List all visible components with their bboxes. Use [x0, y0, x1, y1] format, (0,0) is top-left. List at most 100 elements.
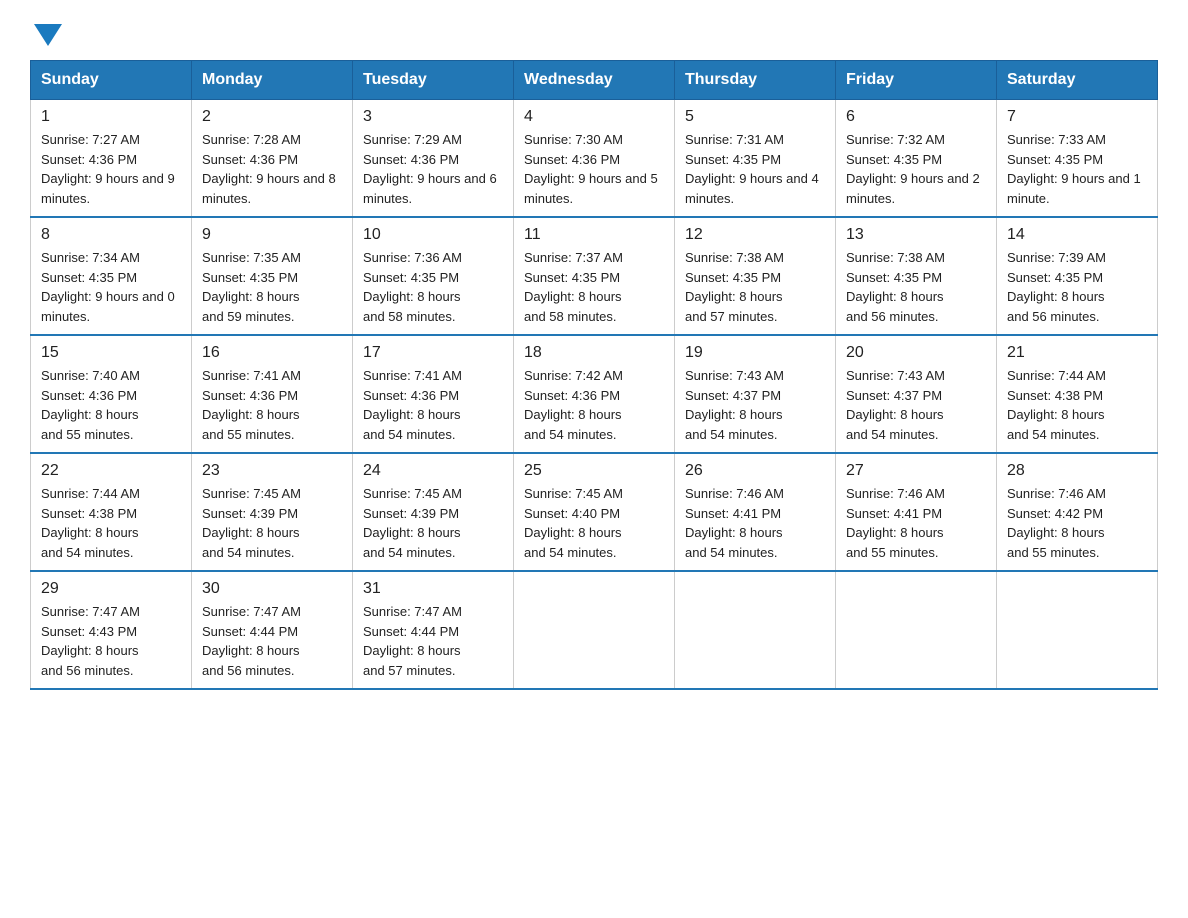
day-number: 24 — [363, 462, 503, 480]
logo-triangle-icon — [34, 24, 62, 46]
week-row-2: 8Sunrise: 7:34 AMSunset: 4:35 PMDaylight… — [31, 217, 1158, 335]
day-number: 2 — [202, 108, 342, 126]
calendar-cell: 21 Sunrise: 7:44 AMSunset: 4:38 PMDayligh… — [997, 335, 1158, 453]
week-row-4: 22 Sunrise: 7:44 AMSunset: 4:38 PMDayligh… — [31, 453, 1158, 571]
day-info: Sunrise: 7:47 AMSunset: 4:43 PMDaylight:… — [41, 602, 181, 680]
calendar-cell: 20 Sunrise: 7:43 AMSunset: 4:37 PMDayligh… — [836, 335, 997, 453]
day-info: Sunrise: 7:39 AMSunset: 4:35 PMDaylight:… — [1007, 248, 1147, 326]
calendar-cell: 8Sunrise: 7:34 AMSunset: 4:35 PMDaylight… — [31, 217, 192, 335]
calendar-cell: 19 Sunrise: 7:43 AMSunset: 4:37 PMDayligh… — [675, 335, 836, 453]
calendar-cell: 7Sunrise: 7:33 AMSunset: 4:35 PMDaylight… — [997, 100, 1158, 218]
calendar-cell: 5 Sunrise: 7:31 AMSunset: 4:35 PMDaylight… — [675, 100, 836, 218]
day-number: 4 — [524, 108, 664, 126]
calendar-cell: 31 Sunrise: 7:47 AMSunset: 4:44 PMDayligh… — [353, 571, 514, 689]
weekday-header-sunday: Sunday — [31, 61, 192, 100]
weekday-header-row: SundayMondayTuesdayWednesdayThursdayFrid… — [31, 61, 1158, 100]
calendar-cell: 24 Sunrise: 7:45 AMSunset: 4:39 PMDayligh… — [353, 453, 514, 571]
calendar-cell — [675, 571, 836, 689]
day-number: 23 — [202, 462, 342, 480]
logo — [30, 20, 62, 42]
day-number: 22 — [41, 462, 181, 480]
calendar-cell: 6Sunrise: 7:32 AMSunset: 4:35 PMDaylight… — [836, 100, 997, 218]
day-info: Sunrise: 7:41 AMSunset: 4:36 PMDaylight:… — [202, 366, 342, 444]
day-info: Sunrise: 7:38 AMSunset: 4:35 PMDaylight:… — [685, 248, 825, 326]
calendar-cell: 28 Sunrise: 7:46 AMSunset: 4:42 PMDayligh… — [997, 453, 1158, 571]
calendar-cell: 1 Sunrise: 7:27 AMSunset: 4:36 PMDaylight… — [31, 100, 192, 218]
weekday-header-monday: Monday — [192, 61, 353, 100]
day-number: 13 — [846, 226, 986, 244]
day-number: 17 — [363, 344, 503, 362]
day-info: Sunrise: 7:46 AMSunset: 4:41 PMDaylight:… — [846, 484, 986, 562]
day-info: Sunrise: 7:46 AMSunset: 4:41 PMDaylight:… — [685, 484, 825, 562]
weekday-header-tuesday: Tuesday — [353, 61, 514, 100]
day-info: Sunrise: 7:43 AMSunset: 4:37 PMDaylight:… — [846, 366, 986, 444]
day-number: 12 — [685, 226, 825, 244]
day-info: Sunrise: 7:40 AMSunset: 4:36 PMDaylight:… — [41, 366, 181, 444]
day-number: 5 — [685, 108, 825, 126]
day-info: Sunrise: 7:27 AMSunset: 4:36 PMDaylight:… — [41, 130, 181, 208]
calendar-cell — [997, 571, 1158, 689]
calendar-cell: 23 Sunrise: 7:45 AMSunset: 4:39 PMDayligh… — [192, 453, 353, 571]
weekday-header-friday: Friday — [836, 61, 997, 100]
day-info: Sunrise: 7:44 AMSunset: 4:38 PMDaylight:… — [41, 484, 181, 562]
calendar-cell: 14 Sunrise: 7:39 AMSunset: 4:35 PMDayligh… — [997, 217, 1158, 335]
day-info: Sunrise: 7:47 AMSunset: 4:44 PMDaylight:… — [202, 602, 342, 680]
day-info: Sunrise: 7:34 AMSunset: 4:35 PMDaylight:… — [41, 248, 181, 326]
day-number: 31 — [363, 580, 503, 598]
day-number: 28 — [1007, 462, 1147, 480]
calendar-cell: 17Sunrise: 7:41 AMSunset: 4:36 PMDayligh… — [353, 335, 514, 453]
calendar-cell: 29 Sunrise: 7:47 AMSunset: 4:43 PMDayligh… — [31, 571, 192, 689]
day-number: 15 — [41, 344, 181, 362]
page-header — [30, 20, 1158, 42]
day-number: 27 — [846, 462, 986, 480]
week-row-1: 1 Sunrise: 7:27 AMSunset: 4:36 PMDaylight… — [31, 100, 1158, 218]
day-number: 25 — [524, 462, 664, 480]
day-number: 29 — [41, 580, 181, 598]
day-info: Sunrise: 7:29 AMSunset: 4:36 PMDaylight:… — [363, 130, 503, 208]
day-info: Sunrise: 7:35 AMSunset: 4:35 PMDaylight:… — [202, 248, 342, 326]
calendar-cell: 22 Sunrise: 7:44 AMSunset: 4:38 PMDayligh… — [31, 453, 192, 571]
day-info: Sunrise: 7:45 AMSunset: 4:39 PMDaylight:… — [202, 484, 342, 562]
calendar-cell: 2 Sunrise: 7:28 AMSunset: 4:36 PMDaylight… — [192, 100, 353, 218]
day-number: 9 — [202, 226, 342, 244]
day-number: 14 — [1007, 226, 1147, 244]
day-number: 20 — [846, 344, 986, 362]
day-info: Sunrise: 7:47 AMSunset: 4:44 PMDaylight:… — [363, 602, 503, 680]
calendar-cell: 27 Sunrise: 7:46 AMSunset: 4:41 PMDayligh… — [836, 453, 997, 571]
calendar-cell: 12 Sunrise: 7:38 AMSunset: 4:35 PMDayligh… — [675, 217, 836, 335]
day-info: Sunrise: 7:32 AMSunset: 4:35 PMDaylight:… — [846, 130, 986, 208]
day-number: 21 — [1007, 344, 1147, 362]
day-info: Sunrise: 7:28 AMSunset: 4:36 PMDaylight:… — [202, 130, 342, 208]
day-info: Sunrise: 7:44 AMSunset: 4:38 PMDaylight:… — [1007, 366, 1147, 444]
day-number: 18 — [524, 344, 664, 362]
day-info: Sunrise: 7:42 AMSunset: 4:36 PMDaylight:… — [524, 366, 664, 444]
day-info: Sunrise: 7:46 AMSunset: 4:42 PMDaylight:… — [1007, 484, 1147, 562]
calendar-cell: 3 Sunrise: 7:29 AMSunset: 4:36 PMDaylight… — [353, 100, 514, 218]
day-info: Sunrise: 7:37 AMSunset: 4:35 PMDaylight:… — [524, 248, 664, 326]
calendar-cell: 13 Sunrise: 7:38 AMSunset: 4:35 PMDayligh… — [836, 217, 997, 335]
weekday-header-saturday: Saturday — [997, 61, 1158, 100]
weekday-header-thursday: Thursday — [675, 61, 836, 100]
day-info: Sunrise: 7:30 AMSunset: 4:36 PMDaylight:… — [524, 130, 664, 208]
calendar-cell: 30Sunrise: 7:47 AMSunset: 4:44 PMDayligh… — [192, 571, 353, 689]
day-number: 10 — [363, 226, 503, 244]
day-number: 3 — [363, 108, 503, 126]
day-info: Sunrise: 7:36 AMSunset: 4:35 PMDaylight:… — [363, 248, 503, 326]
day-info: Sunrise: 7:43 AMSunset: 4:37 PMDaylight:… — [685, 366, 825, 444]
day-info: Sunrise: 7:38 AMSunset: 4:35 PMDaylight:… — [846, 248, 986, 326]
calendar-cell: 11 Sunrise: 7:37 AMSunset: 4:35 PMDayligh… — [514, 217, 675, 335]
calendar-cell: 18 Sunrise: 7:42 AMSunset: 4:36 PMDayligh… — [514, 335, 675, 453]
day-info: Sunrise: 7:45 AMSunset: 4:39 PMDaylight:… — [363, 484, 503, 562]
day-number: 11 — [524, 226, 664, 244]
weekday-header-wednesday: Wednesday — [514, 61, 675, 100]
calendar-cell: 10 Sunrise: 7:36 AMSunset: 4:35 PMDayligh… — [353, 217, 514, 335]
day-number: 26 — [685, 462, 825, 480]
day-info: Sunrise: 7:31 AMSunset: 4:35 PMDaylight:… — [685, 130, 825, 208]
day-number: 1 — [41, 108, 181, 126]
day-number: 19 — [685, 344, 825, 362]
calendar-table: SundayMondayTuesdayWednesdayThursdayFrid… — [30, 60, 1158, 690]
day-number: 16 — [202, 344, 342, 362]
week-row-3: 15 Sunrise: 7:40 AMSunset: 4:36 PMDayligh… — [31, 335, 1158, 453]
calendar-cell: 25Sunrise: 7:45 AMSunset: 4:40 PMDayligh… — [514, 453, 675, 571]
calendar-cell: 15 Sunrise: 7:40 AMSunset: 4:36 PMDayligh… — [31, 335, 192, 453]
